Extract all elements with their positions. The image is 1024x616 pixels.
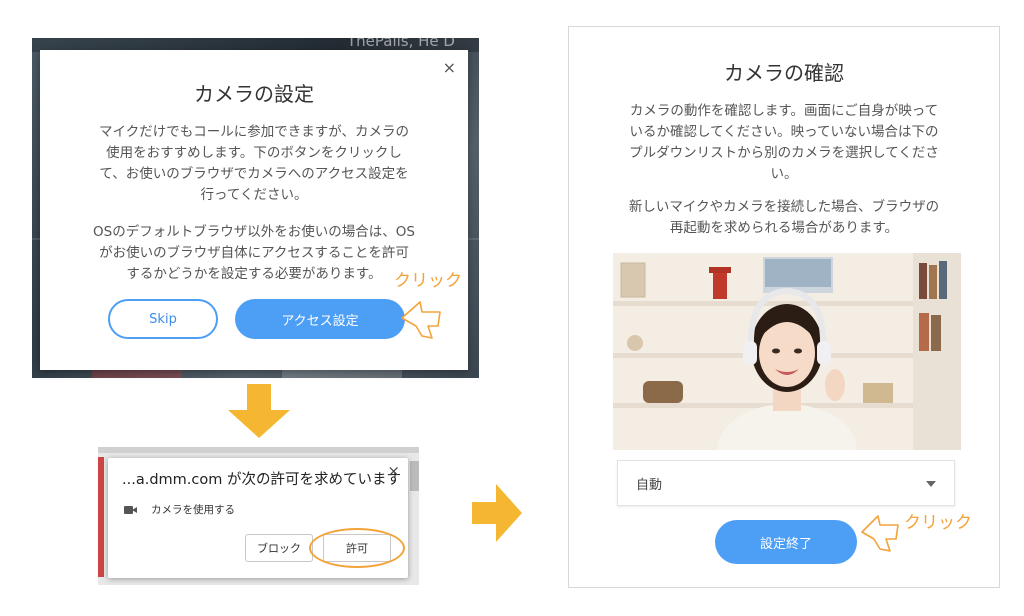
camera-select-dropdown[interactable]: 自動 [617, 460, 955, 506]
panel-title: カメラの確認 [724, 61, 844, 85]
chevron-down-icon [926, 481, 936, 487]
note-line: OSのデフォルトブラウザ以外をお使いの場合は、OS [93, 224, 415, 240]
dialog-os-note: OSのデフォルトブラウザ以外をお使いの場合は、OS がお使いのブラウザ自体にアク… [80, 222, 428, 285]
block-button[interactable]: ブロック [245, 534, 313, 562]
note-line: がお使いのブラウザ自体にアクセスすることを許可 [99, 245, 409, 261]
skip-button[interactable]: Skip [108, 299, 218, 339]
finish-setup-button[interactable]: 設定終了 [715, 520, 857, 564]
close-icon[interactable]: × [443, 58, 456, 77]
camera-select-value: 自動 [636, 477, 663, 493]
description-line: い。 [770, 166, 798, 182]
camera-preview [613, 253, 961, 450]
close-icon[interactable]: × [387, 462, 400, 480]
description-line: 使用をおすすめします。下のボタンをクリックし [106, 145, 402, 161]
background-text: ThePalis, He D [347, 38, 455, 50]
pointer-hand-icon [861, 515, 899, 552]
dialog-title: カメラの設定 [194, 82, 314, 106]
panel-restart-note: 新しいマイクやカメラを接続した場合、ブラウザの 再起動を求められる場合があります… [613, 197, 955, 239]
description-line: マイクだけでもコールに参加できますが、カメラの [99, 124, 409, 140]
click-annotation: クリック [394, 271, 462, 291]
permission-item: カメラを使用する [124, 502, 235, 517]
allow-highlight-ring [309, 528, 405, 568]
description-line: 行ってください。 [200, 187, 308, 203]
arrow-down-icon [228, 384, 290, 438]
pointer-hand-icon [401, 301, 441, 339]
panel-description: カメラの動作を確認します。画面にご自身が映って いるか確認してください。映ってい… [613, 101, 955, 185]
permission-label: カメラを使用する [151, 504, 235, 516]
note-line: するかどうかを設定する必要があります。 [126, 266, 382, 282]
permission-title: ...a.dmm.com が次の許可を求めています [122, 472, 401, 488]
click-annotation: クリック [904, 513, 972, 533]
arrow-right-icon [472, 484, 522, 542]
note-line: 新しいマイクやカメラを接続した場合、ブラウザの [628, 199, 940, 215]
camera-confirm-panel: カメラの確認 カメラの動作を確認します。画面にご自身が映って いるか確認してくだ… [568, 26, 1000, 588]
dialog-description: マイクだけでもコールに参加できますが、カメラの 使用をおすすめします。下のボタン… [80, 122, 428, 206]
access-settings-button[interactable]: アクセス設定 [235, 299, 405, 339]
description-line: カメラの動作を確認します。画面にご自身が映って [629, 103, 939, 119]
description-line: プルダウンリストから別のカメラを選択してくださ [629, 145, 939, 161]
description-line: いるか確認してください。映っていない場合は下の [629, 124, 939, 140]
description-line: て、お使いのブラウザでカメラへのアクセス設定を [99, 166, 409, 182]
note-line: 再起動を求められる場合があります。 [669, 220, 899, 236]
camera-icon [124, 505, 137, 514]
